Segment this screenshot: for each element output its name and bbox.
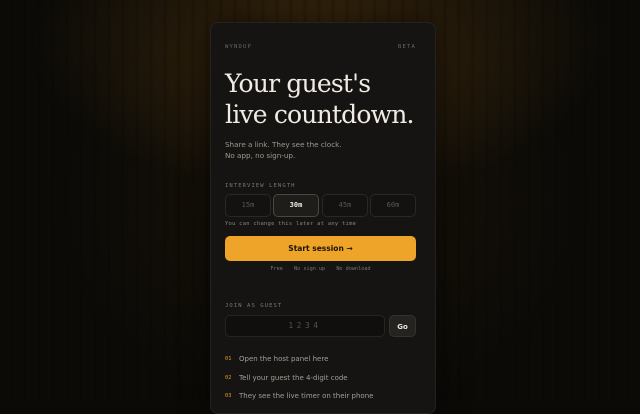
start-session-button[interactable]: Start session → <box>225 236 416 261</box>
step-item: 02 Tell your guest the 4-digit code <box>225 374 416 384</box>
step-number: 01 <box>225 356 232 362</box>
step-number: 03 <box>225 393 232 399</box>
page-subtitle: Share a link. They see the clock. No app… <box>225 139 416 161</box>
length-option-15m[interactable]: 15m <box>225 194 271 217</box>
length-option-45m[interactable]: 45m <box>322 194 368 217</box>
join-row: Go <box>225 315 416 337</box>
card-header: WYNDUP BETA <box>225 44 416 54</box>
step-text: Tell your guest the 4-digit code <box>239 374 348 382</box>
feature-no-sign-up: No sign up <box>293 266 326 272</box>
join-as-guest-label: JOIN AS GUEST <box>225 303 283 309</box>
subtitle-line-2: No app, no sign-up. <box>225 151 296 160</box>
brand-logo-text: WYNDUP <box>225 44 253 50</box>
step-number: 02 <box>225 375 232 381</box>
step-item: 03 They see the live timer on their phon… <box>225 392 416 402</box>
subtitle-line-1: Share a link. They see the clock. <box>225 140 342 149</box>
title-line-2: live countdown. <box>225 100 414 129</box>
length-option-30m[interactable]: 30m <box>273 194 319 217</box>
step-text: Open the host panel here <box>239 355 329 363</box>
feature-no-download: No download <box>336 266 371 272</box>
interview-length-label: INTERVIEW LENGTH <box>225 183 296 189</box>
feature-list: Free No sign up No download <box>225 266 416 272</box>
interview-length-selector: 15m 30m 45m 60m <box>225 194 416 217</box>
length-option-60m[interactable]: 60m <box>370 194 416 217</box>
go-button[interactable]: Go <box>389 315 416 337</box>
feature-free: Free <box>270 266 283 272</box>
title-line-1: Your guest's <box>225 69 371 98</box>
step-item: 01 Open the host panel here <box>225 355 416 365</box>
version-badge: BETA <box>397 44 416 50</box>
guest-code-input[interactable] <box>225 315 385 337</box>
interview-length-hint: You can change this later at any time <box>225 221 357 227</box>
page-title: Your guest's live countdown. <box>225 68 416 130</box>
step-text: They see the live timer on their phone <box>239 392 374 400</box>
